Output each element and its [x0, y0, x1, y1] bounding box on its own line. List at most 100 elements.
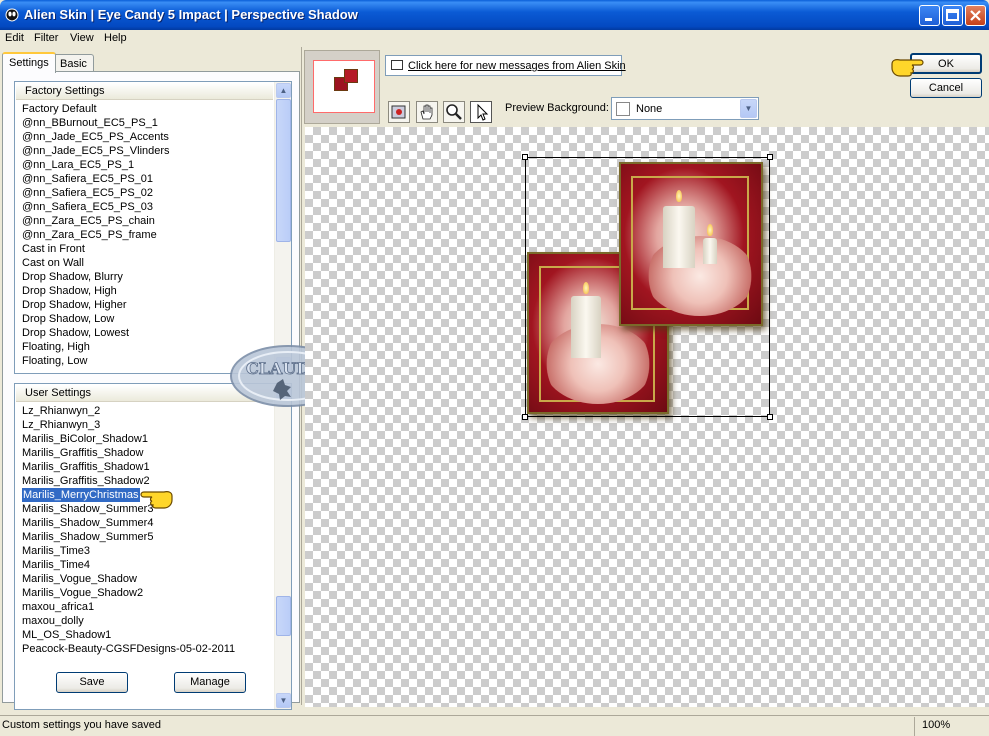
- factory-setting-item-label: @nn_Safiera_EC5_PS_02: [22, 187, 154, 199]
- factory-setting-item[interactable]: @nn_Lara_EC5_PS_1: [22, 158, 170, 172]
- factory-setting-item-label: Drop Shadow, Low: [22, 313, 115, 325]
- resize-handle[interactable]: [522, 414, 528, 420]
- scroll-thumb[interactable]: [276, 596, 291, 636]
- minimize-button[interactable]: [919, 5, 940, 26]
- factory-setting-item-label: Cast in Front: [22, 243, 85, 255]
- factory-setting-item-label: Drop Shadow, Lowest: [22, 327, 130, 339]
- factory-setting-item-label: Cast on Wall: [22, 257, 84, 269]
- preview-background-value: None: [636, 103, 663, 115]
- zoom-tool[interactable]: [443, 101, 465, 123]
- factory-setting-item[interactable]: @nn_Jade_EC5_PS_Accents: [22, 130, 170, 144]
- scroll-thumb[interactable]: [276, 99, 291, 242]
- factory-setting-item[interactable]: Drop Shadow, Higher: [22, 298, 170, 312]
- chevron-down-icon[interactable]: ▼: [740, 99, 757, 118]
- factory-setting-item-label: @nn_Zara_EC5_PS_frame: [22, 229, 157, 241]
- factory-setting-item-label: Drop Shadow, High: [22, 285, 117, 297]
- user-setting-item-label: Lz_Rhianwyn_3: [22, 419, 101, 431]
- factory-setting-item[interactable]: @nn_Jade_EC5_PS_Vlinders: [22, 144, 170, 158]
- user-setting-item-label: Marilis_Graffitis_Shadow1: [22, 461, 150, 473]
- user-setting-item[interactable]: maxou_africa1: [22, 600, 235, 614]
- user-setting-item[interactable]: Marilis_Vogue_Shadow2: [22, 586, 235, 600]
- user-setting-item[interactable]: ML_OS_Shadow1: [22, 628, 235, 642]
- close-button[interactable]: [965, 5, 986, 26]
- manage-button[interactable]: Manage: [174, 672, 246, 693]
- factory-setting-item[interactable]: Drop Shadow, Lowest: [22, 326, 170, 340]
- user-setting-item[interactable]: Marilis_Shadow_Summer5: [22, 530, 235, 544]
- messages-link-text[interactable]: Click here for new messages from Alien S…: [408, 60, 626, 72]
- menu-view[interactable]: View: [70, 32, 94, 44]
- user-setting-item[interactable]: Marilis_MerryChristmas: [22, 488, 235, 502]
- user-settings-list[interactable]: User Settings Lz_Rhianwyn_2 Lz_Rhianwyn_3…: [14, 383, 292, 710]
- maximize-button[interactable]: [942, 5, 963, 26]
- menu-filter[interactable]: Filter: [34, 32, 58, 44]
- user-setting-item[interactable]: Peacock-Beauty-CGSFDesigns-05-02-2011: [22, 642, 235, 656]
- factory-setting-item[interactable]: @nn_Safiera_EC5_PS_01: [22, 172, 170, 186]
- resize-handle[interactable]: [522, 154, 528, 160]
- factory-scrollbar[interactable]: ▲ ▼: [274, 82, 291, 373]
- pointer-tool[interactable]: [470, 101, 492, 123]
- user-setting-item[interactable]: Marilis_Shadow_Summer4: [22, 516, 235, 530]
- hand-tool[interactable]: [416, 101, 438, 123]
- resize-handle[interactable]: [767, 414, 773, 420]
- user-setting-item[interactable]: Marilis_BiColor_Shadow1: [22, 432, 235, 446]
- arrow-pointer-icon: [477, 103, 489, 121]
- user-setting-item[interactable]: Marilis_Time3: [22, 544, 235, 558]
- user-setting-item-label: ML_OS_Shadow1: [22, 629, 112, 641]
- factory-setting-item[interactable]: Floating, High: [22, 340, 170, 354]
- factory-setting-item[interactable]: @nn_Safiera_EC5_PS_02: [22, 186, 170, 200]
- user-setting-item-label: Marilis_Shadow_Summer3: [22, 503, 154, 515]
- navigator-tool[interactable]: [388, 101, 410, 123]
- factory-setting-item-label: Drop Shadow, Blurry: [22, 271, 123, 283]
- user-setting-item[interactable]: Marilis_Graffitis_Shadow2: [22, 474, 235, 488]
- cancel-button[interactable]: Cancel: [910, 78, 982, 98]
- factory-setting-item-label: Drop Shadow, Higher: [22, 299, 127, 311]
- resize-handle[interactable]: [767, 154, 773, 160]
- factory-setting-item-label: @nn_BBurnout_EC5_PS_1: [22, 117, 158, 129]
- factory-setting-item[interactable]: Cast on Wall: [22, 256, 170, 270]
- save-button[interactable]: Save: [56, 672, 128, 693]
- user-setting-item[interactable]: Marilis_Graffitis_Shadow: [22, 446, 235, 460]
- alien-skin-app-icon: [5, 8, 19, 22]
- factory-setting-item[interactable]: @nn_Safiera_EC5_PS_03: [22, 200, 170, 214]
- user-setting-item[interactable]: Lz_Rhianwyn_2: [22, 404, 235, 418]
- factory-setting-item[interactable]: Drop Shadow, High: [22, 284, 170, 298]
- user-setting-item[interactable]: Marilis_Time4: [22, 558, 235, 572]
- factory-setting-item-label: @nn_Safiera_EC5_PS_01: [22, 173, 154, 185]
- user-setting-item-label: Marilis_BiColor_Shadow1: [22, 433, 148, 445]
- message-icon: [391, 60, 403, 70]
- title-bar[interactable]: Alien Skin | Eye Candy 5 Impact | Perspe…: [0, 0, 989, 30]
- factory-setting-item[interactable]: @nn_Zara_EC5_PS_chain: [22, 214, 170, 228]
- selection-bounding-box[interactable]: [522, 154, 773, 420]
- factory-setting-item[interactable]: Cast in Front: [22, 242, 170, 256]
- factory-setting-item[interactable]: Factory Default: [22, 102, 170, 116]
- messages-link[interactable]: Click here for new messages from Alien S…: [385, 55, 626, 76]
- user-setting-item[interactable]: Marilis_Graffitis_Shadow1: [22, 460, 235, 474]
- factory-settings-list[interactable]: Factory Settings Factory Default @nn_BBur…: [14, 81, 292, 374]
- navigator-view-rect[interactable]: [313, 60, 375, 113]
- user-setting-item-label: Lz_Rhianwyn_2: [22, 405, 101, 417]
- user-setting-item[interactable]: Lz_Rhianwyn_3: [22, 418, 235, 432]
- preview-background-select[interactable]: None ▼: [611, 97, 759, 120]
- scroll-down-icon[interactable]: ▼: [276, 693, 291, 708]
- user-setting-item[interactable]: maxou_dolly: [22, 614, 235, 628]
- user-scrollbar[interactable]: ▲ ▼: [274, 384, 291, 709]
- factory-setting-item-label: Floating, Low: [22, 355, 88, 367]
- factory-settings-items: Factory Default @nn_BBurnout_EC5_PS_1 @nn_…: [22, 102, 170, 368]
- maximize-icon: [946, 9, 959, 21]
- close-icon: [970, 10, 981, 21]
- menu-help[interactable]: Help: [104, 32, 127, 44]
- menu-edit[interactable]: Edit: [5, 32, 24, 44]
- factory-setting-item[interactable]: Floating, Low: [22, 354, 170, 368]
- user-setting-item[interactable]: Marilis_Shadow_Summer3: [22, 502, 235, 516]
- tab-settings[interactable]: Settings: [2, 52, 56, 73]
- pointing-hand-icon: [140, 491, 173, 509]
- factory-setting-item[interactable]: Drop Shadow, Low: [22, 312, 170, 326]
- factory-setting-item[interactable]: @nn_Zara_EC5_PS_frame: [22, 228, 170, 242]
- factory-setting-item[interactable]: @nn_BBurnout_EC5_PS_1: [22, 116, 170, 130]
- scroll-up-icon[interactable]: ▲: [276, 83, 291, 98]
- factory-setting-item[interactable]: Drop Shadow, Blurry: [22, 270, 170, 284]
- factory-setting-item-label: Factory Default: [22, 103, 97, 115]
- thumb-photo-2: [344, 69, 358, 83]
- user-setting-item[interactable]: Marilis_Vogue_Shadow: [22, 572, 235, 586]
- navigator-thumbnail[interactable]: [304, 50, 380, 124]
